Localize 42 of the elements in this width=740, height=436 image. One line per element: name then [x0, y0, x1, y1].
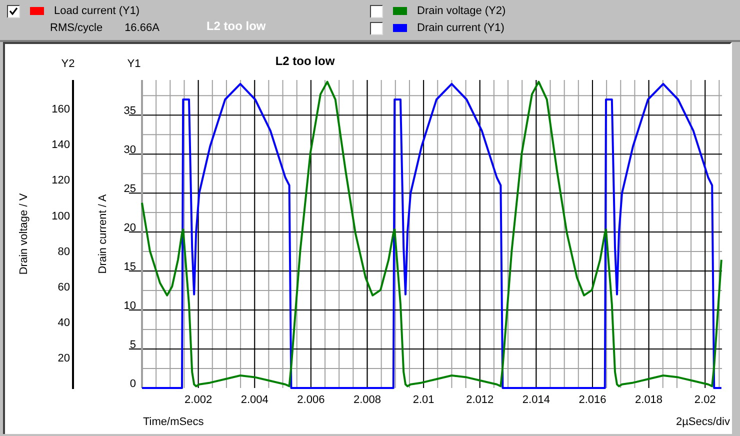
- axis-tick-label: 2.008: [353, 394, 381, 406]
- axis-tick-label: 2.002: [184, 394, 212, 406]
- axis-tick-label: 120: [52, 174, 70, 187]
- rms-label: RMS/cycle: [50, 22, 103, 34]
- status-text: L2 too low: [206, 19, 266, 33]
- axis-tick-label: 0: [130, 378, 136, 390]
- axis-tick-label: 140: [52, 139, 70, 152]
- axis-tick-label: 35: [124, 105, 136, 118]
- axis-tick-label: 25: [124, 183, 136, 196]
- axis-tick-label: 15: [124, 261, 136, 274]
- series-checkbox[interactable]: [7, 4, 20, 18]
- series-label: Drain current (Y1): [417, 22, 504, 34]
- axis-title: Y2: [61, 58, 75, 70]
- series-checkbox[interactable]: [370, 22, 383, 34]
- axis-tick-label: 5: [130, 339, 136, 352]
- axis-label: Time/mSecs: [143, 416, 204, 428]
- axis-title: Y1: [127, 58, 141, 70]
- axis-tick-label: 2.018: [635, 394, 663, 406]
- axis-tick-label: 20: [58, 352, 70, 365]
- axis-label: Drain voltage / V: [18, 193, 30, 275]
- axis-tick-label: 20: [124, 222, 136, 234]
- axis-tick-label: 80: [58, 246, 70, 258]
- axis-tick-label: 30: [124, 144, 136, 156]
- axis-tick-label: 10: [124, 300, 136, 312]
- scale-note: 2µSecs/div: [676, 416, 730, 428]
- series-label: Load current (Y1): [54, 5, 140, 17]
- series-checkbox[interactable]: [370, 4, 383, 18]
- rms-value: 16.66A: [124, 22, 160, 34]
- axis-tick-label: 160: [52, 103, 70, 116]
- axis-tick-label: 2.012: [466, 394, 494, 406]
- axis-tick-label: 40: [58, 317, 70, 330]
- axis-tick-label: 2.02: [694, 394, 716, 406]
- chart-title: L2 too low: [275, 54, 335, 68]
- axis-tick-label: 100: [52, 210, 70, 222]
- axis-label: Drain current / A: [97, 194, 109, 274]
- axis-tick-label: 2.006: [297, 394, 325, 406]
- series-label: Drain voltage (Y2): [417, 5, 506, 17]
- axis-tick-label: 2.004: [240, 394, 268, 406]
- axis-tick-label: 2.016: [578, 394, 606, 406]
- axis-tick-label: 2.014: [522, 394, 550, 406]
- axis-tick-label: 60: [58, 282, 70, 294]
- axis-tick-label: 2.01: [412, 394, 434, 406]
